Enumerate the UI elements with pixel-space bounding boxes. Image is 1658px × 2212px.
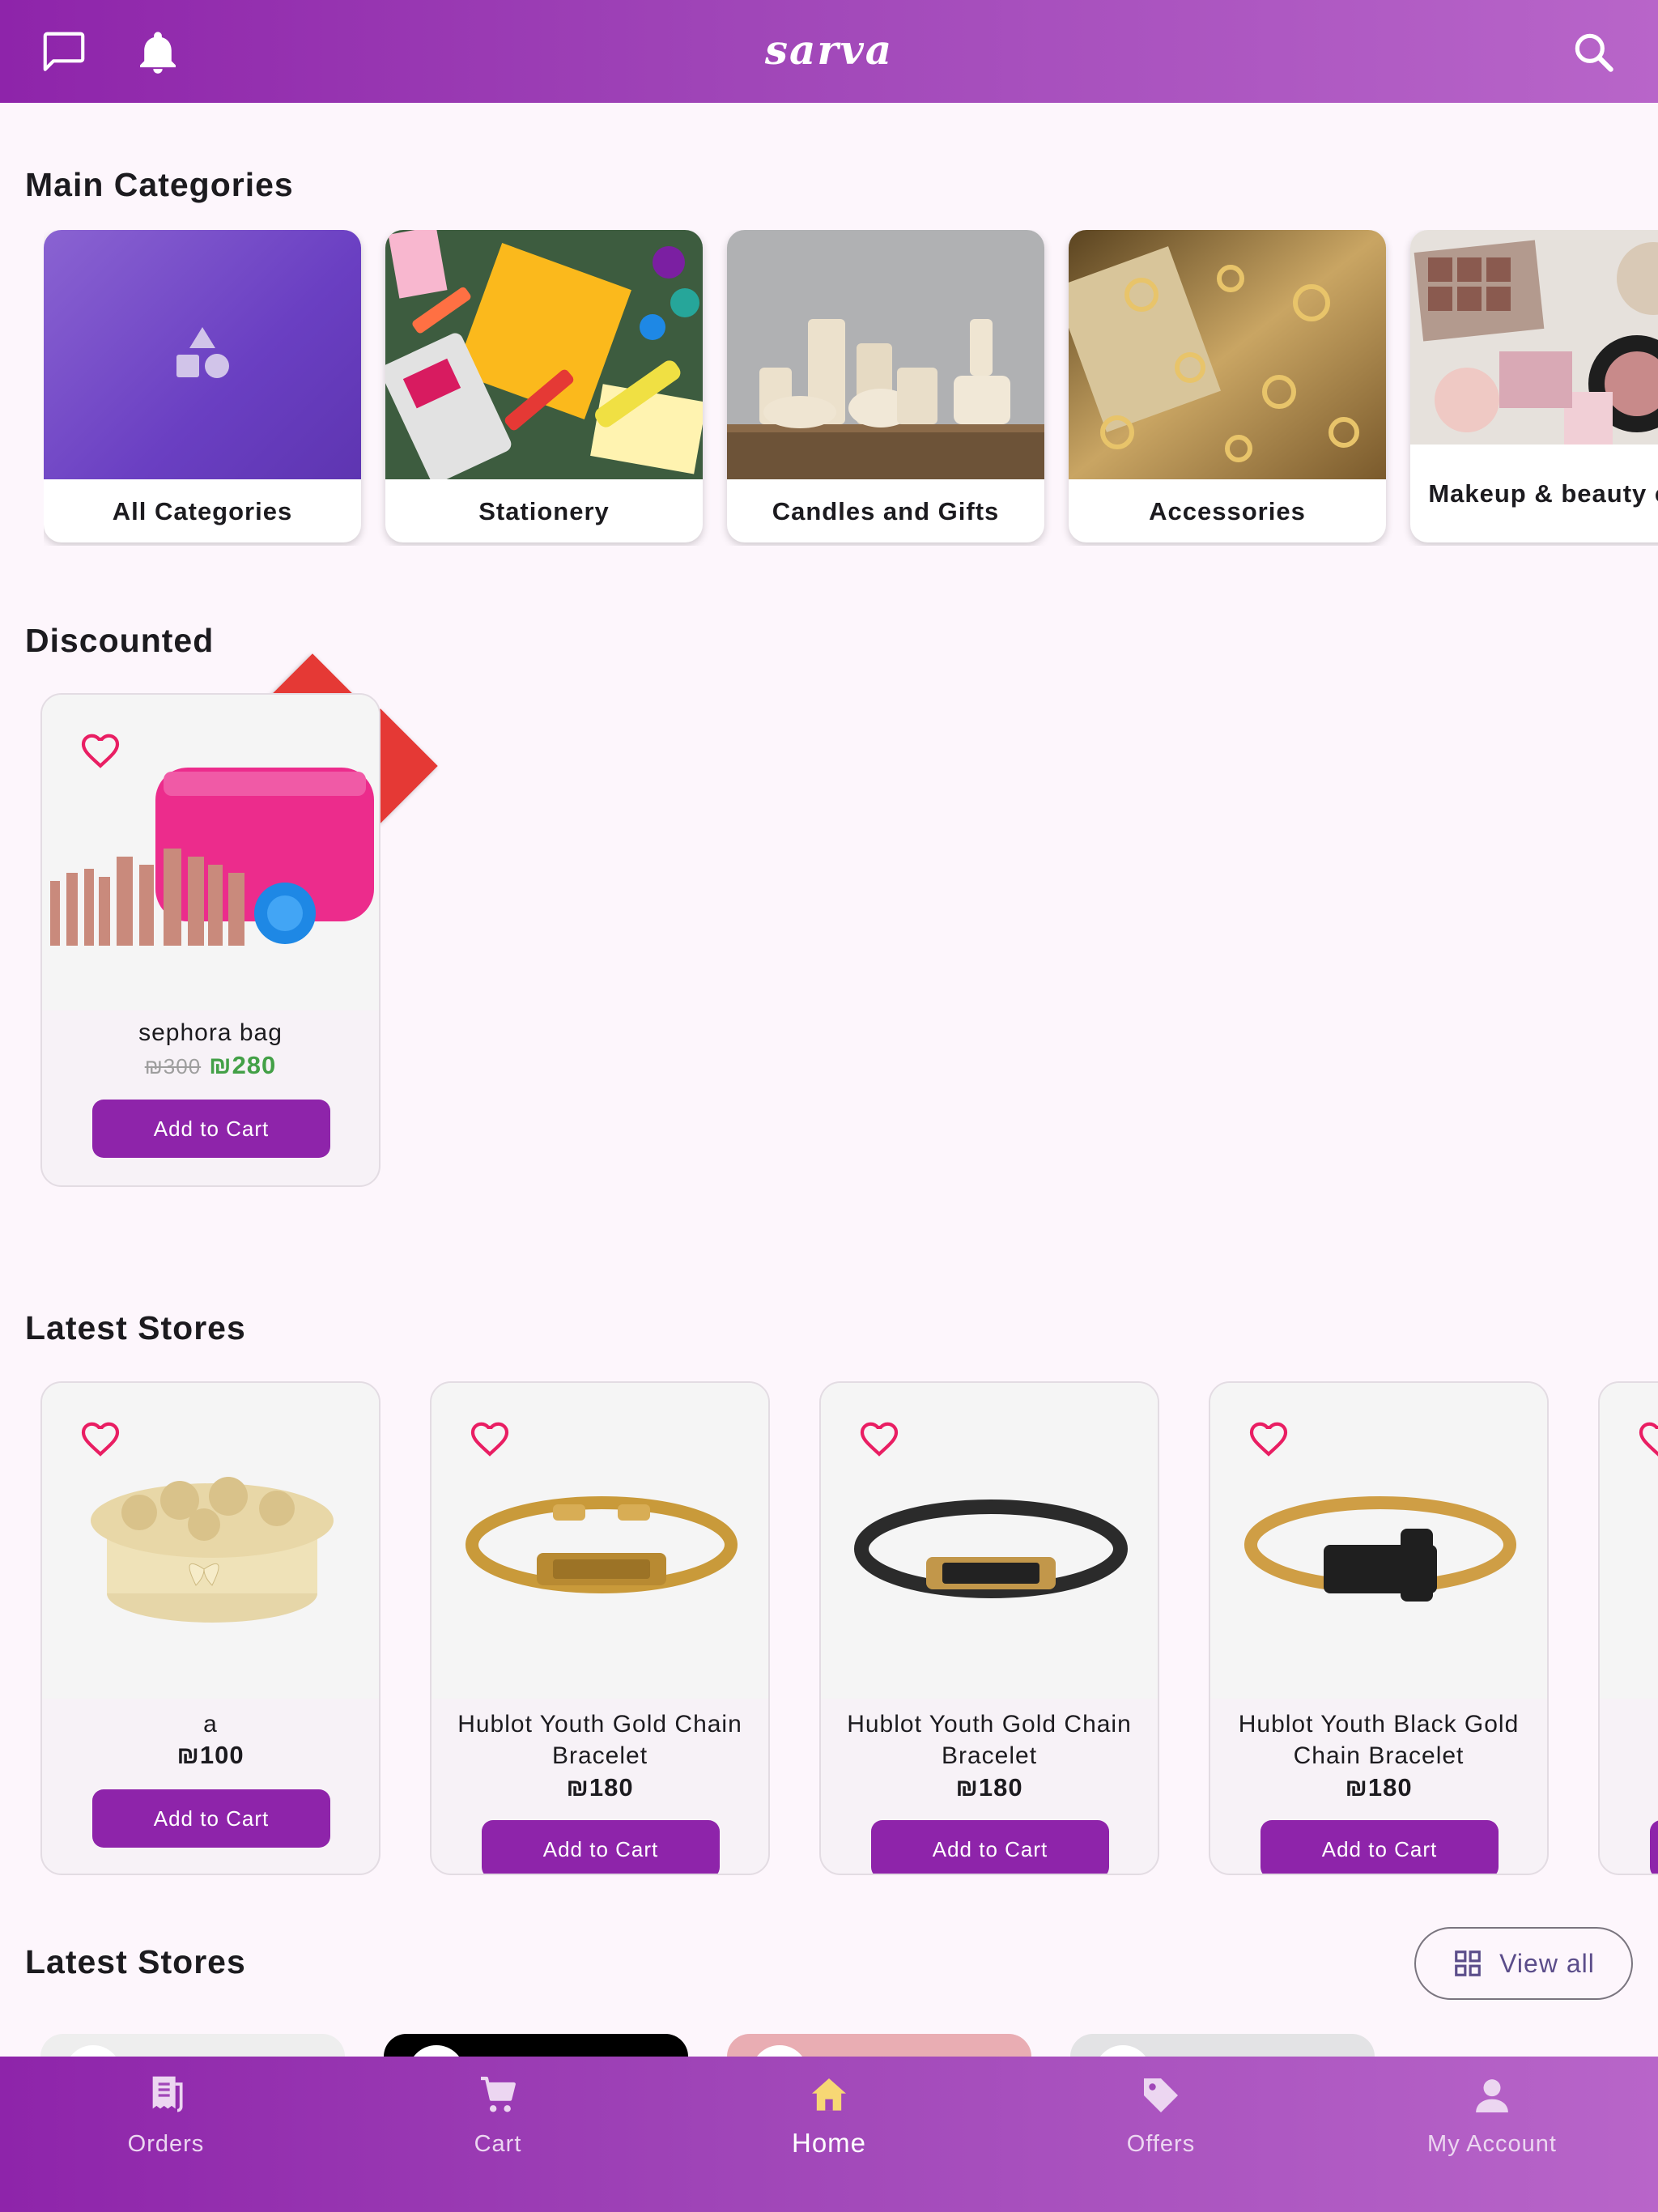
discounted-title: Discounted <box>25 622 215 659</box>
product-price: ₪180 <box>955 1773 1023 1802</box>
product-image-area <box>1600 1383 1658 1699</box>
product-name: Hublot Youth Gold Chain Bracelet <box>847 1711 1132 1769</box>
heart-icon[interactable] <box>1246 1415 1291 1461</box>
category-card-makeup[interactable]: Makeup & beauty care <box>1410 230 1658 542</box>
heart-icon[interactable] <box>78 727 123 772</box>
person-icon <box>1476 2079 1508 2112</box>
shapes-icon <box>176 327 229 378</box>
product-price: ₪300 ₪280 <box>42 1051 379 1080</box>
nav-my-account[interactable]: My Account <box>1326 2057 1658 2212</box>
product-card-hublot-gold[interactable]: Hublot Youth Gold Chain Bracelet ₪180 Ad… <box>430 1381 770 1875</box>
store-logo <box>65 2045 121 2057</box>
product-image-area <box>42 1383 379 1699</box>
stationery-image <box>385 230 703 479</box>
add-to-cart-button[interactable]: Add to Cart <box>871 1820 1109 1874</box>
store-card[interactable] <box>1070 2034 1375 2057</box>
product-card-hublot-black-gold[interactable]: Hublot Youth Black Gold Chain Bracelet ₪… <box>1209 1381 1549 1875</box>
product-card-sephora-bag[interactable]: sephora bag ₪300 ₪280 Add to Cart <box>40 693 380 1187</box>
nav-offers[interactable]: Offers <box>995 2057 1327 2212</box>
product-image-area <box>432 1383 768 1699</box>
store-card[interactable] <box>40 2034 345 2057</box>
search-icon[interactable] <box>1569 28 1619 78</box>
add-to-cart-button[interactable]: Add to Cart <box>482 1820 720 1874</box>
product-price: ₪180 <box>566 1773 634 1802</box>
grid-icon <box>1455 1950 1481 1976</box>
bottom-navigation: Orders Cart Home Offers My Account <box>0 2057 1658 2212</box>
product-card-partial[interactable] <box>1598 1381 1658 1875</box>
product-price: ₪100 <box>176 1741 244 1769</box>
add-to-cart-button[interactable]: Add to Cart <box>1261 1820 1499 1874</box>
store-card[interactable] <box>727 2034 1031 2057</box>
sale-price: ₪280 <box>209 1051 277 1079</box>
product-name: sephora bag <box>138 1019 283 1046</box>
category-card-all[interactable]: All Categories <box>44 230 361 542</box>
main-categories-title: Main Categories <box>25 166 294 203</box>
latest-stores-title: Latest Stores <box>25 1943 246 1980</box>
heart-icon[interactable] <box>1635 1415 1658 1461</box>
cart-icon <box>481 2076 516 2112</box>
category-card-stationery[interactable]: Stationery <box>385 230 703 542</box>
product-name: Hublot Youth Gold Chain Bracelet <box>457 1711 742 1769</box>
view-all-label: View all <box>1499 1948 1595 1978</box>
nav-orders[interactable]: Orders <box>0 2057 332 2212</box>
category-label: Makeup & beauty care <box>1428 479 1658 508</box>
latest-products-carousel[interactable]: a ₪100 Add to Cart Hublot Youth Gold Cha… <box>0 1376 1658 1878</box>
tag-icon <box>1144 2078 1178 2112</box>
add-to-cart-button[interactable]: Add to Cart <box>92 1100 330 1158</box>
product-image-area <box>42 695 379 1010</box>
product-image-area <box>1210 1383 1547 1699</box>
heart-icon[interactable] <box>78 1415 123 1461</box>
receipt-icon <box>152 2076 183 2112</box>
product-image-area <box>821 1383 1158 1699</box>
old-price: ₪300 <box>144 1054 202 1078</box>
nav-label: Home <box>791 2128 867 2158</box>
product-card-a[interactable]: a ₪100 Add to Cart <box>40 1381 380 1875</box>
category-card-candles[interactable]: Candles and Gifts <box>727 230 1044 542</box>
product-card-hublot-black[interactable]: Hublot Youth Gold Chain Bracelet ₪180 Ad… <box>819 1381 1159 1875</box>
add-to-cart-button[interactable] <box>1650 1820 1658 1874</box>
candles-image <box>727 230 1044 479</box>
category-card-accessories[interactable]: Accessories <box>1069 230 1386 542</box>
store-card[interactable] <box>384 2034 688 2057</box>
product-name: a <box>203 1711 218 1738</box>
category-label: Stationery <box>478 496 610 525</box>
nav-label: Offers <box>1126 2131 1196 2157</box>
app-logo: sarva <box>764 26 894 74</box>
category-label: Accessories <box>1149 496 1306 525</box>
category-image <box>44 230 361 479</box>
accessories-image <box>1069 230 1386 479</box>
nav-label: Orders <box>127 2131 205 2157</box>
product-name: Hublot Youth Black Gold Chain Bracelet <box>1238 1711 1520 1769</box>
heart-icon[interactable] <box>467 1415 512 1461</box>
home-icon <box>812 2078 846 2111</box>
store-logo <box>408 2045 465 2057</box>
product-price: ₪180 <box>1345 1773 1413 1802</box>
category-label: Candles and Gifts <box>772 496 1000 525</box>
heart-icon[interactable] <box>857 1415 902 1461</box>
top-app-bar: sarva <box>0 0 1658 103</box>
view-all-button[interactable]: View all <box>1414 1927 1633 2000</box>
categories-carousel[interactable]: All Categories Stationery Candles and Gi… <box>44 230 1658 546</box>
nav-home[interactable]: Home <box>663 2057 995 2212</box>
store-logo <box>751 2045 808 2057</box>
nav-label: Cart <box>474 2131 522 2157</box>
makeup-image <box>1410 230 1658 445</box>
latest-stores-title: Latest Stores <box>25 1309 246 1346</box>
nav-label: My Account <box>1427 2131 1557 2157</box>
store-logo <box>1095 2045 1151 2057</box>
nav-cart[interactable]: Cart <box>332 2057 664 2212</box>
category-label: All Categories <box>112 496 293 525</box>
add-to-cart-button[interactable]: Add to Cart <box>92 1789 330 1848</box>
